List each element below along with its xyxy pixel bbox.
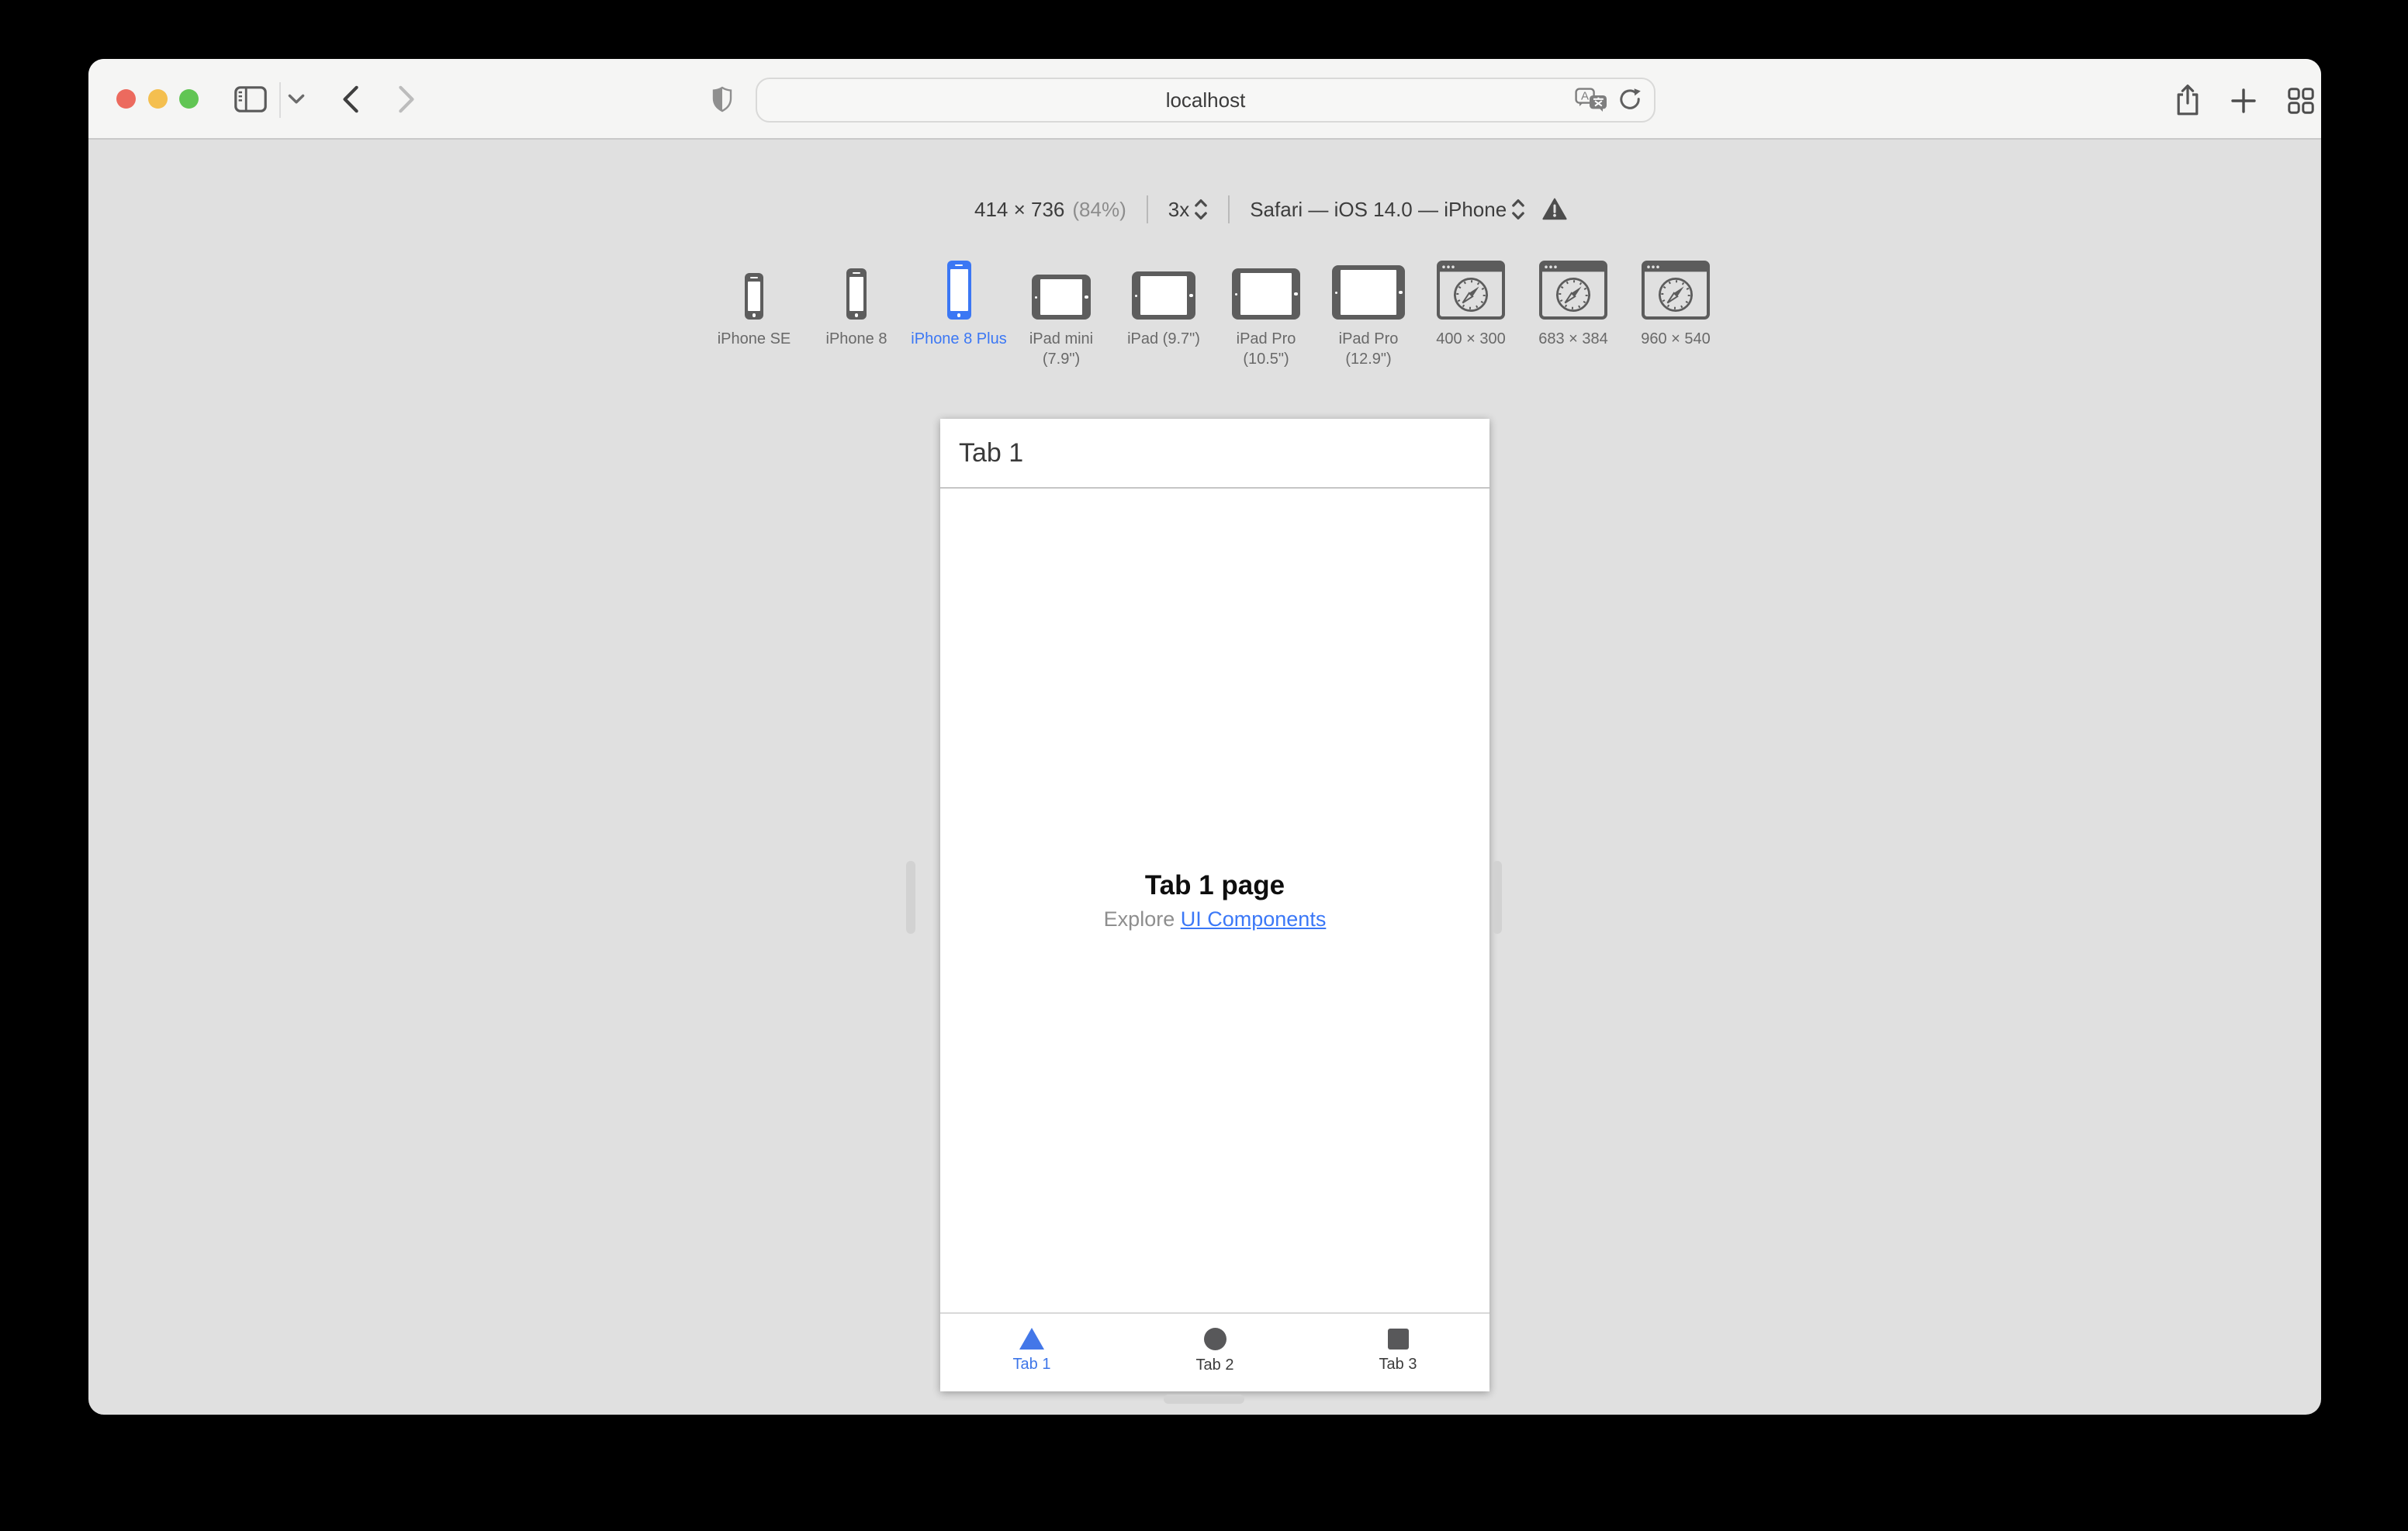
device-ipad-mini[interactable]: iPad mini (7.9") bbox=[1010, 242, 1112, 369]
tab-label: Tab 2 bbox=[1195, 1356, 1234, 1374]
device-iphone-se[interactable]: iPhone SE bbox=[703, 242, 805, 369]
tabbar-item-tab2[interactable]: Tab 2 bbox=[1123, 1314, 1306, 1391]
privacy-shield-icon[interactable] bbox=[711, 85, 734, 113]
up-down-chevrons-icon bbox=[1512, 199, 1524, 219]
sidebar-menu-chevron-button[interactable] bbox=[285, 90, 307, 109]
app-tab-bar: Tab 1 Tab 2 Tab 3 bbox=[940, 1312, 1489, 1391]
tab-overview-button[interactable] bbox=[2285, 85, 2316, 116]
viewport-size-label: 414 × 736 bbox=[974, 197, 1065, 221]
rdm-toolbar: 414 × 736 (84%) 3x Safari — iOS 14.0 — i… bbox=[974, 194, 1567, 225]
zoom-window-button[interactable] bbox=[179, 89, 199, 109]
translate-button[interactable]: A bbox=[1575, 88, 1607, 112]
viewport-resize-handle-right[interactable] bbox=[1493, 861, 1502, 934]
browser-titlebar: localhost A bbox=[88, 59, 2321, 140]
ipad-icon bbox=[1032, 275, 1091, 320]
titlebar-separator bbox=[279, 82, 281, 118]
safari-window: localhost A 414 × 736 (84%) 3x Safari — … bbox=[88, 59, 2321, 1415]
device-label: 400 × 300 bbox=[1436, 330, 1506, 347]
viewport-resize-handle-bottom[interactable] bbox=[1164, 1394, 1244, 1404]
forward-chevron-icon bbox=[399, 85, 414, 113]
forward-button[interactable] bbox=[393, 84, 420, 115]
chevron-down-icon bbox=[288, 94, 305, 104]
svg-text:A: A bbox=[1581, 90, 1589, 103]
safari-window-icon bbox=[1539, 261, 1607, 320]
app-content: Tab 1 page Explore UI Components bbox=[940, 490, 1489, 1311]
safari-window-icon bbox=[1642, 261, 1710, 320]
device-label: iPhone 8 bbox=[825, 330, 887, 347]
app-header-title: Tab 1 bbox=[959, 437, 1024, 468]
device-viewport: Tab 1 Tab 1 page Explore UI Components T… bbox=[940, 419, 1489, 1391]
device-label: iPhone SE bbox=[717, 330, 791, 347]
device-custom-400x300[interactable]: 400 × 300 bbox=[1420, 242, 1522, 369]
up-down-chevrons-icon bbox=[1195, 199, 1208, 219]
tab-label: Tab 3 bbox=[1379, 1356, 1417, 1373]
console-warning-button[interactable] bbox=[1542, 198, 1567, 221]
device-label: iPhone 8 Plus bbox=[911, 330, 1007, 347]
ipad-icon bbox=[1232, 268, 1300, 320]
close-window-button[interactable] bbox=[116, 89, 136, 109]
device-custom-960x540[interactable]: 960 × 540 bbox=[1624, 242, 1727, 369]
device-label: 683 × 384 bbox=[1538, 330, 1608, 347]
tab-grid-icon bbox=[2288, 88, 2314, 114]
device-ipad-pro-12[interactable]: iPad Pro (12.9") bbox=[1317, 242, 1420, 369]
url-text: localhost bbox=[1165, 88, 1246, 112]
screenshot-root: localhost A 414 × 736 (84%) 3x Safari — … bbox=[0, 0, 2408, 1531]
sidebar-icon bbox=[234, 86, 267, 112]
device-label: iPad Pro (12.9") bbox=[1338, 330, 1399, 368]
viewport-resize-handle-left[interactable] bbox=[906, 861, 915, 934]
toolbar-separator bbox=[1228, 195, 1230, 223]
back-button[interactable] bbox=[337, 84, 365, 115]
sidebar-toggle-button[interactable] bbox=[233, 84, 268, 115]
viewport-zoom-label: (84%) bbox=[1072, 197, 1126, 221]
device-label: iPad (9.7") bbox=[1127, 330, 1200, 347]
ipad-icon bbox=[1132, 271, 1195, 320]
device-custom-683x384[interactable]: 683 × 384 bbox=[1522, 242, 1624, 369]
subtitle-prefix: Explore bbox=[1103, 907, 1181, 931]
device-label: iPad Pro (10.5") bbox=[1236, 330, 1296, 368]
safari-window-icon bbox=[1437, 261, 1505, 320]
device-iphone-8[interactable]: iPhone 8 bbox=[805, 242, 908, 369]
warning-icon bbox=[1542, 198, 1567, 220]
tabbar-item-tab1[interactable]: Tab 1 bbox=[940, 1314, 1123, 1391]
user-agent-selector[interactable]: Safari — iOS 14.0 — iPhone bbox=[1250, 198, 1525, 222]
plus-icon bbox=[2231, 88, 2256, 113]
device-selector-strip: iPhone SE iPhone 8 iPhone 8 Plus iPad mi… bbox=[703, 242, 1727, 369]
minimize-window-button[interactable] bbox=[148, 89, 168, 109]
toolbar-separator bbox=[1146, 195, 1148, 223]
device-iphone-8-plus-selected[interactable]: iPhone 8 Plus bbox=[908, 242, 1010, 369]
dpr-value: 3x bbox=[1168, 197, 1190, 221]
page-subtitle: Explore UI Components bbox=[1104, 907, 1327, 931]
new-tab-button[interactable] bbox=[2228, 85, 2259, 116]
iphone-icon bbox=[745, 273, 763, 320]
back-chevron-icon bbox=[343, 85, 358, 113]
share-button[interactable] bbox=[2172, 82, 2203, 118]
device-label: iPad mini (7.9") bbox=[1029, 330, 1094, 368]
reload-icon bbox=[1620, 88, 1641, 109]
device-pixel-ratio-selector[interactable]: 3x bbox=[1168, 198, 1208, 222]
app-header: Tab 1 bbox=[940, 419, 1489, 489]
ui-components-link[interactable]: UI Components bbox=[1181, 907, 1327, 931]
square-icon bbox=[1387, 1329, 1409, 1350]
page-title: Tab 1 page bbox=[1144, 869, 1285, 900]
iphone-icon bbox=[846, 268, 867, 320]
circle-icon bbox=[1203, 1328, 1226, 1350]
share-icon bbox=[2177, 84, 2199, 116]
ipad-icon bbox=[1332, 265, 1405, 320]
device-label: 960 × 540 bbox=[1641, 330, 1711, 347]
reload-button[interactable] bbox=[1618, 88, 1642, 112]
device-ipad[interactable]: iPad (9.7") bbox=[1112, 242, 1215, 369]
translate-icon: A bbox=[1575, 88, 1607, 112]
url-bar[interactable]: localhost A bbox=[756, 78, 1656, 123]
tabbar-item-tab3[interactable]: Tab 3 bbox=[1306, 1314, 1489, 1391]
iphone-icon-selected bbox=[946, 261, 971, 320]
tab-label: Tab 1 bbox=[1012, 1356, 1051, 1373]
user-agent-value: Safari — iOS 14.0 — iPhone bbox=[1250, 197, 1507, 221]
triangle-icon bbox=[1019, 1328, 1044, 1350]
device-ipad-pro-10[interactable]: iPad Pro (10.5") bbox=[1215, 242, 1317, 369]
